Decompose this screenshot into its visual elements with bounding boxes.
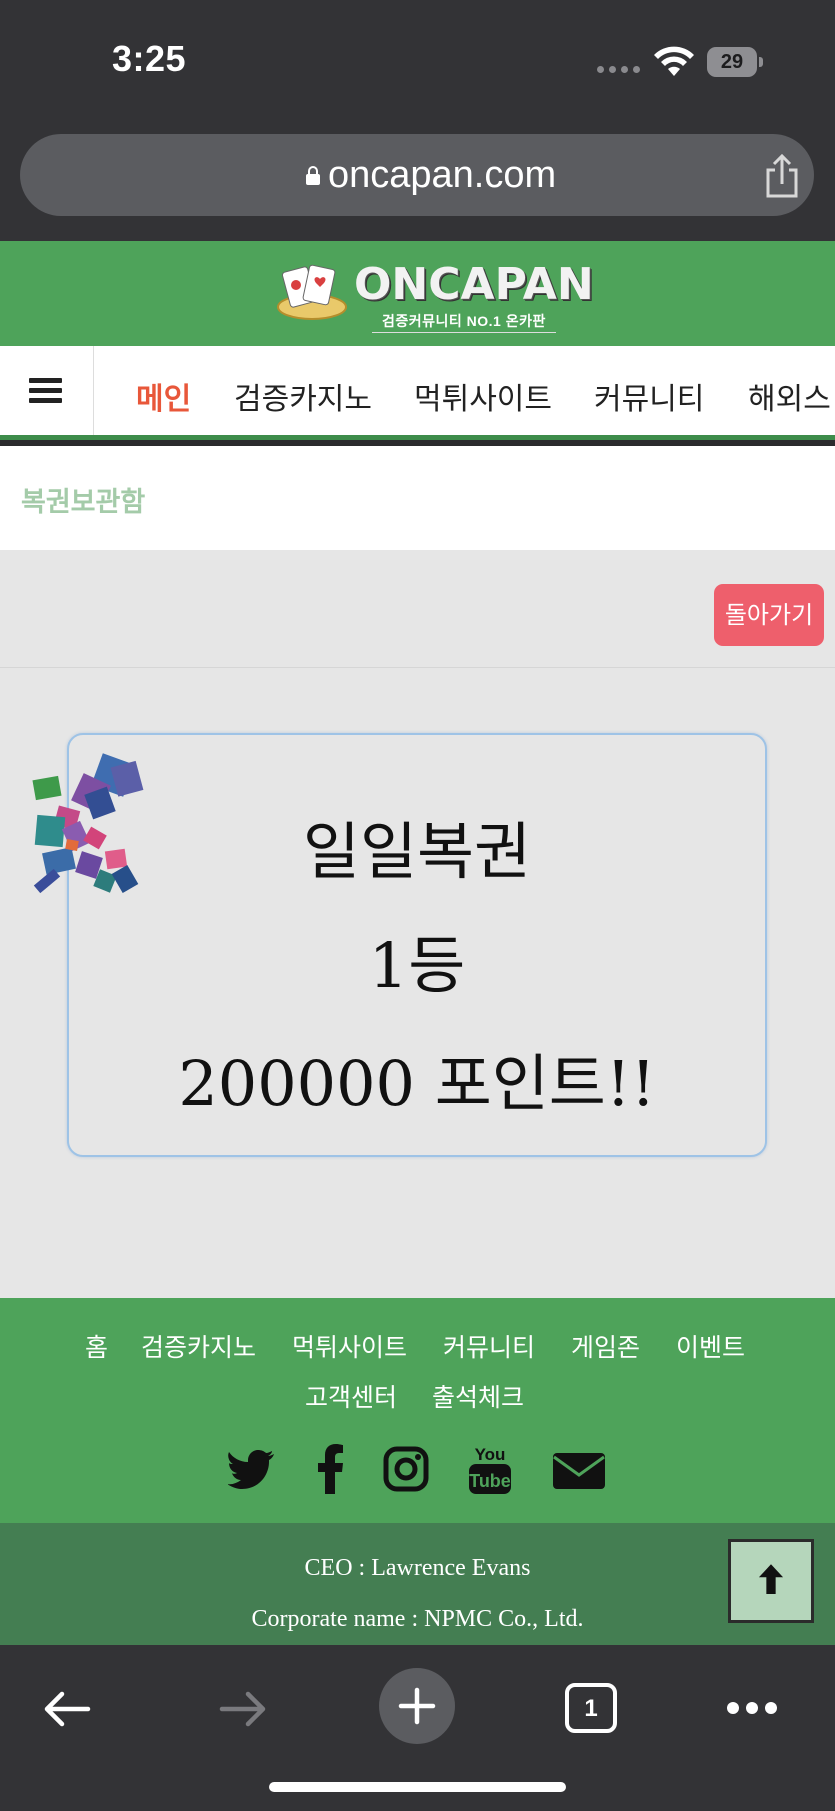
svg-text:Tube: Tube <box>469 1471 511 1491</box>
tabs-count: 1 <box>584 1695 598 1722</box>
footer-link-attendance[interactable]: 출석체크 <box>432 1378 524 1414</box>
wifi-icon <box>654 46 694 76</box>
logo-name: ONCAPAN <box>354 259 594 310</box>
footer-link-game-zone[interactable]: 게임존 <box>571 1328 640 1364</box>
footer-corporate-name: Corporate name : NPMC Co., Ltd. <box>251 1606 584 1632</box>
lottery-rank: 1등 <box>368 929 466 1002</box>
status-time: 3:25 <box>112 38 187 79</box>
footer-ceo: CEO : Lawrence Evans <box>304 1555 531 1581</box>
site-header: ONCAPAN 검증커뮤니티 NO.1 온카판 <box>0 241 835 346</box>
site-logo[interactable]: ONCAPAN 검증커뮤니티 NO.1 온카판 <box>276 259 594 333</box>
footer-link-customer-center[interactable]: 고객센터 <box>305 1378 397 1414</box>
lottery-title: 일일복권 <box>302 815 532 888</box>
page-title-bar: 복권보관함 <box>0 446 835 550</box>
nav-item-verified-casino[interactable]: 검증카지노 <box>234 374 372 418</box>
status-bar: 3:25 29 <box>0 0 835 120</box>
confetti-icon <box>32 753 144 894</box>
facebook-icon[interactable] <box>318 1442 344 1496</box>
share-icon[interactable] <box>762 154 802 198</box>
youtube-icon[interactable]: You Tube <box>468 1442 512 1496</box>
nav-item-community[interactable]: 커뮤니티 <box>594 374 704 418</box>
playing-cards-logo-icon <box>277 264 347 320</box>
tabs-button[interactable]: 1 <box>565 1683 617 1733</box>
new-tab-button[interactable] <box>379 1668 455 1744</box>
nav-item-main[interactable]: 메인 <box>136 374 191 418</box>
svg-text:You: You <box>475 1445 506 1464</box>
divider <box>0 667 835 668</box>
footer-link-community[interactable]: 커뮤니티 <box>443 1328 535 1364</box>
back-button[interactable]: 돌아가기 <box>714 584 824 646</box>
footer-link-scam-sites[interactable]: 먹튀사이트 <box>292 1328 407 1364</box>
lottery-card: 일일복권 1등 200000 포인트!! <box>67 733 767 1157</box>
address-bar[interactable]: oncapan.com <box>20 134 814 216</box>
nav-item-overseas[interactable]: 해외스 <box>748 374 831 418</box>
cellular-signal-icon <box>597 66 640 73</box>
mail-icon[interactable] <box>552 1442 606 1496</box>
home-indicator <box>269 1782 566 1792</box>
battery-level: 29 <box>707 47 757 77</box>
back-arrow-icon[interactable] <box>42 1689 92 1729</box>
scroll-to-top-button[interactable] <box>728 1539 814 1623</box>
browser-toolbar: oncapan.com <box>0 120 835 241</box>
footer-info: CEO : Lawrence Evans Corporate name : NP… <box>0 1523 835 1645</box>
nav-items: 메인 검증카지노 먹튀사이트 커뮤니티 해외스 <box>94 346 835 435</box>
more-menu-icon[interactable] <box>726 1700 778 1716</box>
site-footer: 홈 검증카지노 먹튀사이트 커뮤니티 게임존 이벤트 고객센터 출석체크 You… <box>0 1298 835 1523</box>
nav-item-scam-sites[interactable]: 먹튀사이트 <box>414 374 552 418</box>
forward-arrow-icon[interactable] <box>218 1689 268 1729</box>
twitter-icon[interactable] <box>228 1442 276 1496</box>
footer-link-verified-casino[interactable]: 검증카지노 <box>141 1328 256 1364</box>
lock-icon <box>306 166 320 185</box>
lottery-prize: 200000 포인트!! <box>178 1047 656 1120</box>
main-nav: 메인 검증카지노 먹튀사이트 커뮤니티 해외스 <box>0 346 835 440</box>
menu-icon[interactable] <box>0 346 94 435</box>
footer-link-event[interactable]: 이벤트 <box>676 1328 745 1364</box>
instagram-icon[interactable] <box>383 1442 429 1496</box>
url-text[interactable]: oncapan.com <box>328 154 556 197</box>
battery-icon: 29 <box>707 47 763 77</box>
footer-link-home[interactable]: 홈 <box>85 1328 108 1364</box>
page-title: 복권보관함 <box>21 487 146 518</box>
logo-subtitle: 검증커뮤니티 NO.1 온카판 <box>372 311 556 333</box>
main-content: 돌아가기 일일복권 1등 200000 포인트!! <box>0 550 835 1298</box>
